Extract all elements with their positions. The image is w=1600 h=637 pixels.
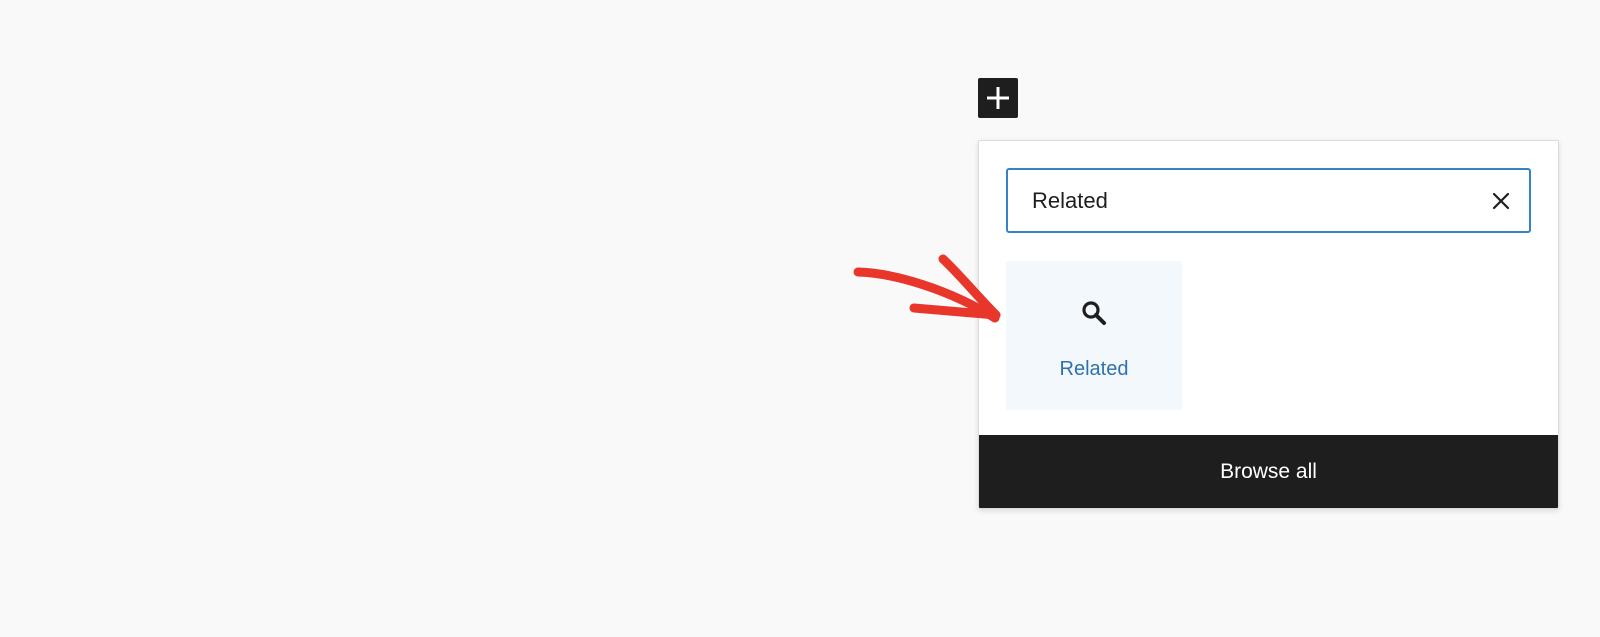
block-inserter-popover: Related Browse all	[978, 140, 1559, 509]
annotation-arrow	[853, 254, 1001, 323]
search-box	[1006, 168, 1531, 233]
clear-search-button[interactable]	[1484, 184, 1517, 217]
search-input[interactable]	[1032, 170, 1472, 231]
close-icon	[1492, 192, 1509, 209]
browse-all-button[interactable]: Browse all	[979, 435, 1558, 508]
search-icon	[1082, 301, 1106, 325]
plus-icon	[987, 87, 1009, 109]
block-result-label: Related	[1059, 358, 1129, 380]
block-result-related[interactable]: Related	[1006, 261, 1182, 410]
add-block-button[interactable]	[978, 78, 1018, 118]
